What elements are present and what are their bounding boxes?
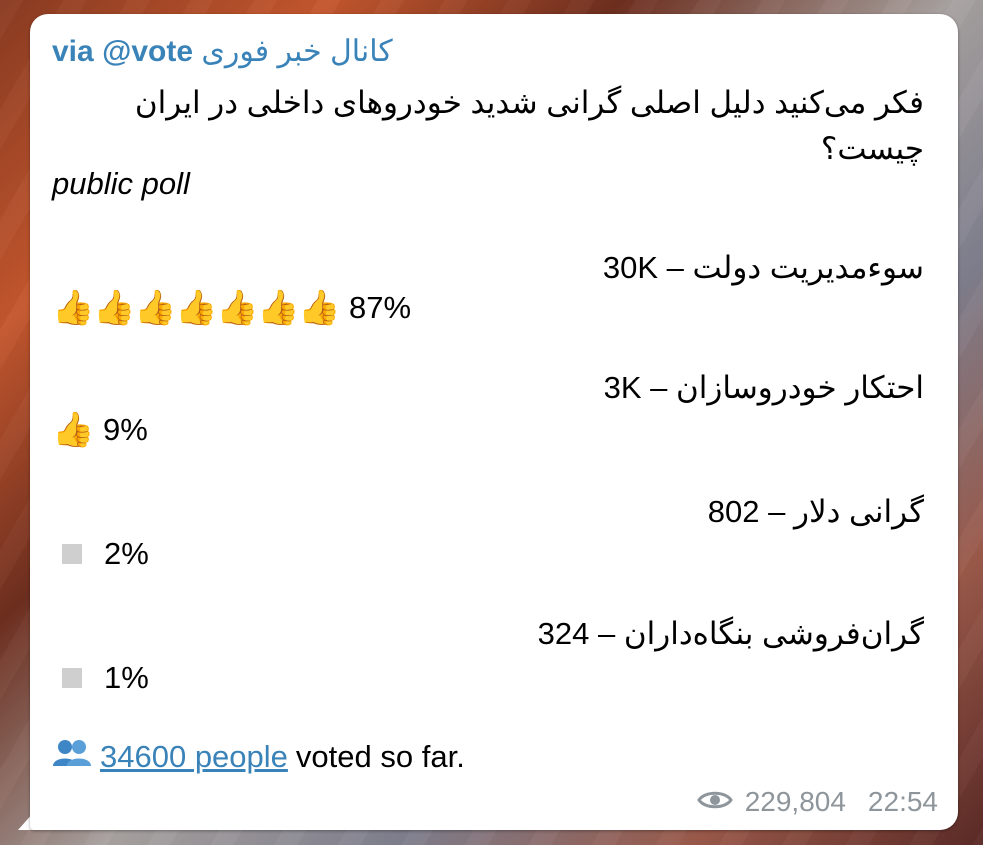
poll-option-label[interactable]: سوءمدیریت دولت – 30K [603,250,924,286]
message-meta: 229,804 22:54 [696,786,938,818]
empty-box-icon [62,668,82,688]
poll-option-percent: 9% [103,412,148,447]
thumbs-up-icon: 👍 [175,289,218,327]
poll-option-percent: 2% [104,536,149,571]
voters-summary: 34600 people voted so far. [52,738,465,775]
voters-link[interactable]: 34600 people [100,739,288,775]
thumbs-up-icon: 👍 [134,289,177,327]
message-time: 22:54 [867,786,938,817]
thumbs-up-icon: 👍 [216,289,259,327]
empty-box-icon [62,544,82,564]
poll-type-label: public poll [52,166,190,201]
thumbs-row: 👍 👍 👍 👍 👍 👍 👍 [52,289,341,327]
poll-option-label[interactable]: گران‌فروشی بنگاه‌داران – 324 [538,616,924,652]
poll-option-label[interactable]: احتکار خودروسازان – 3K [604,370,924,406]
poll-question: فکر می‌کنید دلیل اصلی گرانی شدید خودروها… [134,85,924,166]
via-handle-link[interactable]: @vote [102,35,193,68]
via-attribution: via @vote کانال خبر فوری [52,34,393,69]
voters-suffix: voted so far. [295,738,465,774]
poll-option-result: 2% [52,536,149,572]
poll-option-result: 👍 👍 👍 👍 👍 👍 👍 87% [52,290,411,326]
thumbs-up-icon: 👍 [93,289,136,327]
thumbs-up-icon: 👍 [52,411,95,449]
eye-icon [696,786,733,818]
channel-name[interactable]: کانال خبر فوری [201,35,392,68]
people-icon [52,738,92,775]
thumbs-up-icon: 👍 [298,289,341,327]
via-prefix: via [52,35,94,68]
poll-option-percent: 1% [104,660,149,695]
thumbs-up-icon: 👍 [257,289,300,327]
thumbs-up-icon: 👍 [52,289,95,327]
message-bubble: via @vote کانال خبر فوری فکر می‌کنید دلی… [30,14,958,830]
poll-option-percent: 87% [349,290,412,325]
poll-option-result: 👍 9% [52,412,148,448]
poll-option-label[interactable]: گرانی دلار – 802 [708,494,924,530]
thumbs-row: 👍 [52,411,95,449]
poll-option-result: 1% [52,660,149,696]
view-count: 229,804 [744,786,846,817]
